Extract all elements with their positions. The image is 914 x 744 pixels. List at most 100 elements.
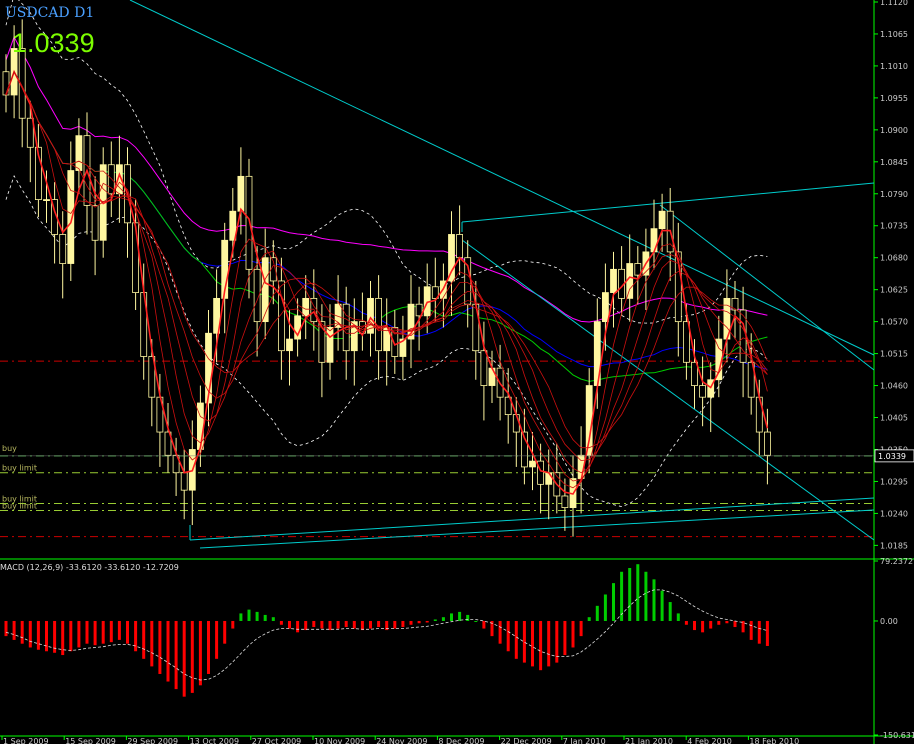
candle-body <box>658 210 666 230</box>
macd-title: MACD (12,26,9) -33.6120 -33.6120 -12.720… <box>0 563 179 572</box>
macd-histogram-bar <box>506 620 510 652</box>
candle-body <box>91 205 99 241</box>
macd-histogram-bar <box>377 620 381 628</box>
macd-histogram-bar <box>279 620 283 625</box>
current-price: 1.0339 <box>12 28 95 58</box>
macd-histogram-bar <box>36 620 40 650</box>
order-label: buy limit <box>2 502 37 511</box>
macd-histogram-bar <box>312 620 316 628</box>
price-chart[interactable]: 1.1120 1.1065 1.1010 1.0955 1.0900 1.0845 1.07… <box>0 0 914 744</box>
macd-histogram-bar <box>360 620 364 631</box>
candle-body <box>2 71 10 96</box>
candle-body <box>43 199 50 201</box>
x-tick-label: 22 Dec 2009 <box>501 737 552 744</box>
macd-y-tick-label: 79.2372 <box>880 557 913 566</box>
macd-histogram-bar <box>644 571 648 621</box>
macd-histogram-bar <box>603 594 607 621</box>
candle-body <box>326 327 334 363</box>
y-tick-label: 1.0955 <box>880 94 908 103</box>
macd-histogram-bar <box>571 620 575 648</box>
macd-histogram-bar <box>539 620 543 671</box>
chart-window: 1.1120 1.1065 1.1010 1.0955 1.0900 1.0845 1.07… <box>0 0 914 744</box>
macd-histogram-bar <box>709 620 713 629</box>
trend-line <box>189 497 875 541</box>
candle-body <box>237 175 245 212</box>
macd-histogram-bar <box>628 567 632 621</box>
macd-histogram-bar <box>166 620 170 682</box>
y-tick-label: 1.0515 <box>880 350 908 359</box>
ma-red-ribbon-line <box>5 70 768 449</box>
macd-histogram-bar <box>271 617 275 621</box>
macd-histogram-bar <box>255 611 259 621</box>
macd-histogram-bar <box>109 620 113 643</box>
macd-histogram-bar <box>158 620 162 674</box>
trend-line <box>461 239 875 541</box>
macd-histogram-bar <box>304 620 308 631</box>
ma-red-ribbon-line <box>5 70 768 474</box>
y-tick-label: 1.0295 <box>880 477 908 486</box>
macd-histogram-bar <box>190 620 194 693</box>
x-tick-label: 8 Dec 2009 <box>438 737 484 744</box>
macd-histogram-bar <box>717 620 721 625</box>
macd-histogram-bar <box>701 620 705 633</box>
y-tick-label: 1.1010 <box>880 62 908 71</box>
y-tick-label: 1.0240 <box>880 509 908 518</box>
macd-histogram-bar <box>69 620 73 652</box>
symbol-title: USDCAD D1 <box>5 5 95 21</box>
macd-histogram-bar <box>328 620 332 631</box>
macd-histogram-bar <box>749 620 753 640</box>
y-tick-label: 1.1065 <box>880 30 908 39</box>
x-tick-label: 15 Sep 2009 <box>65 737 116 744</box>
macd-histogram-bar <box>522 620 526 663</box>
macd-histogram-bar <box>393 620 397 629</box>
macd-histogram-bar <box>450 613 453 621</box>
macd-histogram-bar <box>182 620 186 697</box>
macd-histogram-bar <box>652 579 656 621</box>
macd-histogram-bar <box>409 620 413 625</box>
bollinger-upper-band <box>5 0 768 324</box>
y-tick-label: 1.0625 <box>880 286 908 295</box>
macd-histogram-bar <box>174 620 178 690</box>
x-tick-label: 7 Jan 2010 <box>563 737 606 744</box>
macd-histogram-bar <box>28 620 32 648</box>
macd-histogram-bar <box>684 620 688 625</box>
macd-histogram-bar <box>466 614 470 621</box>
candle-body <box>132 222 140 293</box>
macd-histogram-bar <box>142 620 146 659</box>
macd-histogram-bar <box>563 620 567 656</box>
ma-red-ribbon-line <box>5 70 768 482</box>
macd-histogram-bar <box>595 605 599 621</box>
macd-histogram-bar <box>579 620 583 637</box>
candle-body <box>180 472 188 491</box>
y-tick-label: 1.0845 <box>880 158 908 167</box>
macd-histogram-bar <box>547 620 551 667</box>
macd-histogram-bar <box>4 620 8 637</box>
candle-body <box>512 414 520 433</box>
candle-body <box>602 292 609 323</box>
macd-histogram-bar <box>45 620 48 652</box>
macd-histogram-bar <box>369 620 372 629</box>
candle-body <box>75 135 83 171</box>
y-tick-label: 1.0570 <box>880 318 908 327</box>
y-tick-label: 1.1120 <box>880 0 908 7</box>
macd-histogram-bar <box>482 620 486 629</box>
candle-body <box>626 263 634 299</box>
macd-histogram-bar <box>223 620 227 644</box>
current-price-axis-label: 1.0339 <box>878 452 906 461</box>
candle-body <box>529 460 536 468</box>
macd-histogram-bar <box>474 620 478 622</box>
candle-body <box>261 257 269 323</box>
macd-histogram-bar <box>20 620 24 644</box>
macd-histogram-bar <box>77 620 81 648</box>
order-label: buy limit <box>2 464 37 473</box>
macd-histogram-bar <box>765 620 769 646</box>
macd-histogram-bar <box>101 620 105 644</box>
ma-red-ribbon-line <box>5 70 768 462</box>
macd-histogram-bar <box>263 614 267 621</box>
macd-histogram-bar <box>458 611 462 621</box>
macd-histogram-bar <box>417 620 421 624</box>
macd-histogram-bar <box>296 620 300 633</box>
x-tick-label: 13 Oct 2009 <box>190 737 239 744</box>
macd-histogram-bar <box>231 620 235 629</box>
macd-y-tick-label: -150.631 <box>880 731 914 740</box>
